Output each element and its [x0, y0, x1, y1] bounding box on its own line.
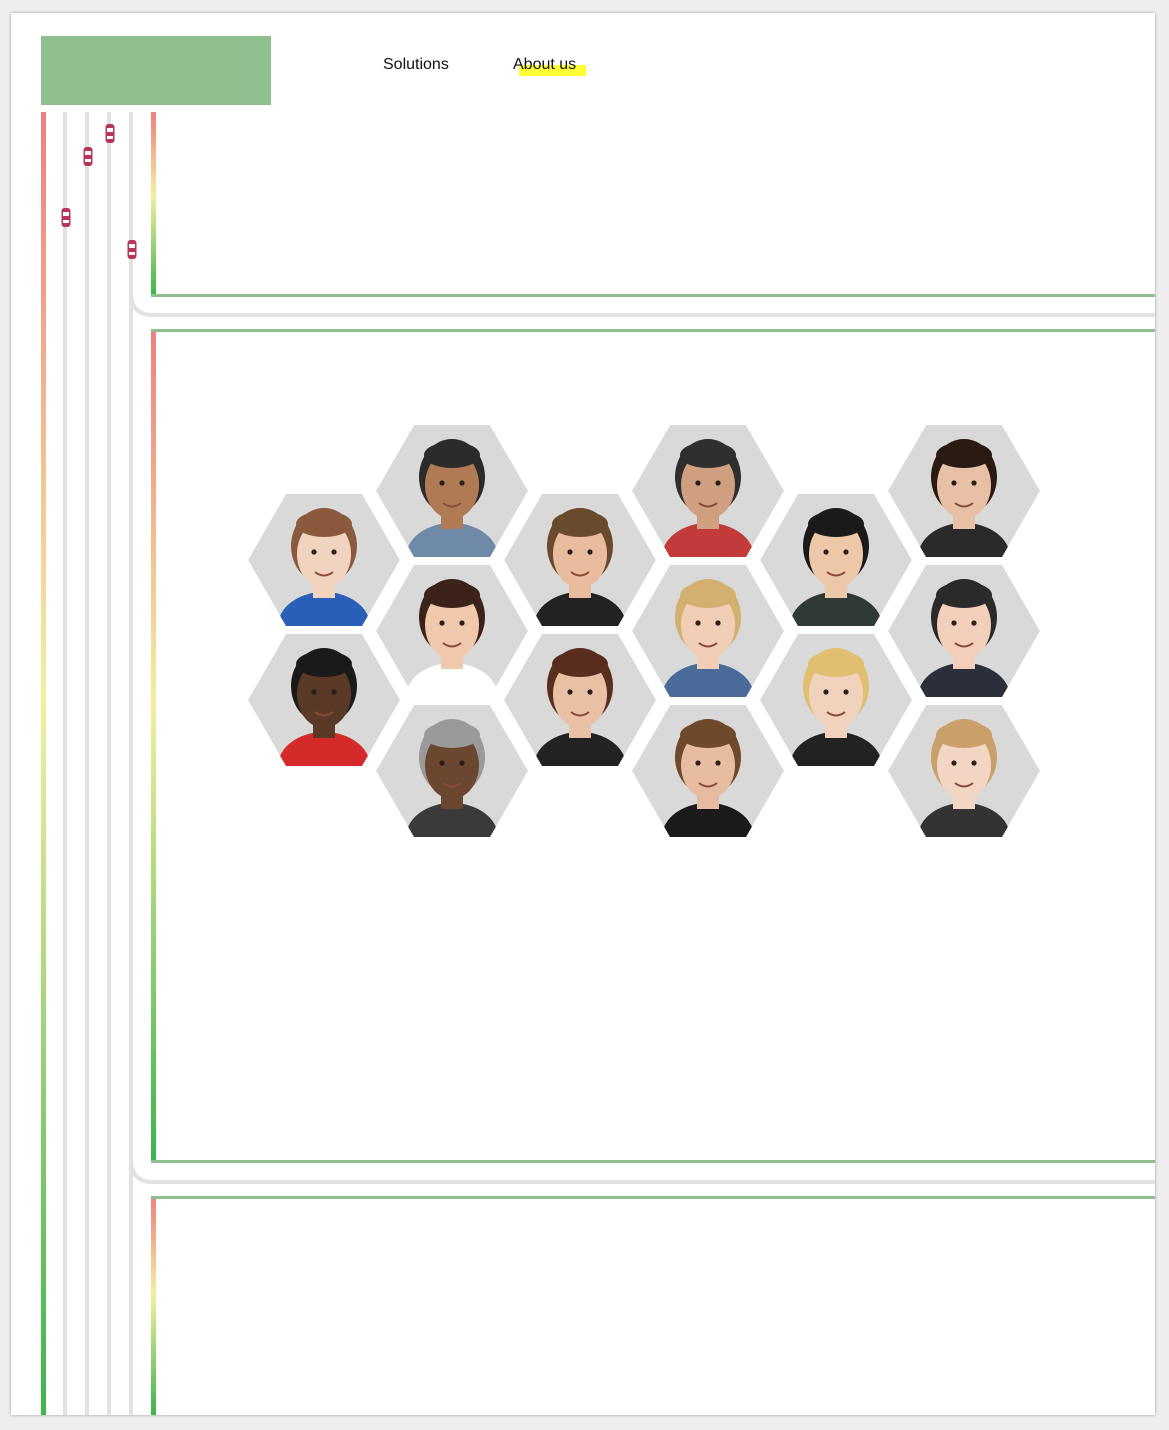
page: Solutions About us: [11, 13, 1155, 1415]
team-member-portrait: [632, 705, 784, 837]
team-member-portrait: [248, 634, 400, 766]
team-member-portrait: [888, 705, 1040, 837]
team-member-portrait: [760, 634, 912, 766]
team-member-portrait: [376, 705, 528, 837]
team-member-portrait: [504, 634, 656, 766]
team-hexagon-gallery: [248, 425, 1040, 837]
